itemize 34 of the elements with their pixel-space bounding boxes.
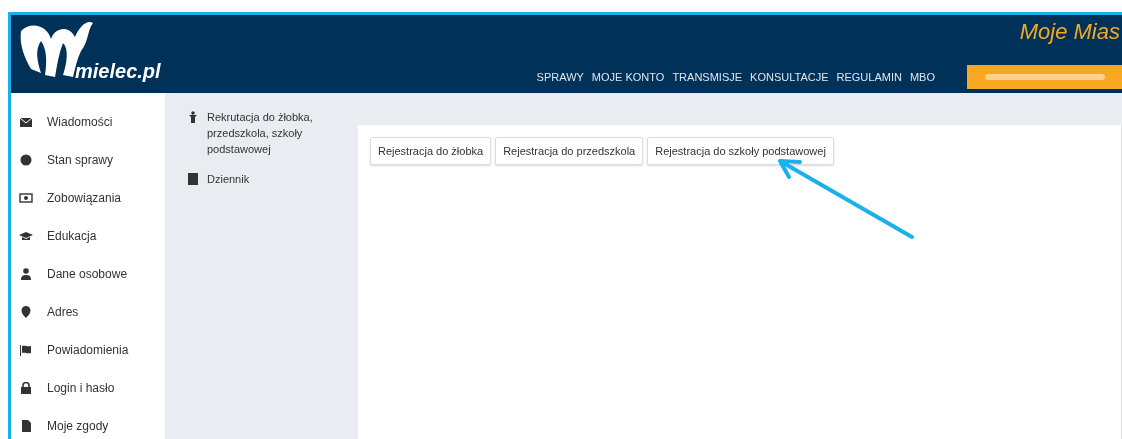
sidebar-item[interactable]: Stan sprawy bbox=[47, 153, 114, 167]
nav-link[interactable]: KONSULTACJE bbox=[750, 71, 829, 83]
graduation-cap-icon bbox=[19, 230, 33, 242]
book-icon bbox=[187, 173, 199, 185]
registration-tab[interactable]: Rejestracja do żłobka bbox=[370, 137, 492, 165]
location-icon bbox=[19, 306, 33, 318]
sidebar-item[interactable]: Adres bbox=[47, 305, 79, 319]
mail-icon bbox=[19, 116, 33, 128]
sidebar-item[interactable]: Dane osobowe bbox=[47, 267, 128, 281]
child-icon bbox=[187, 111, 199, 123]
submenu-item[interactable]: Dziennik bbox=[207, 171, 250, 187]
registration-tab[interactable]: Rejestracja do przedszkola bbox=[495, 137, 644, 165]
registration-tab[interactable]: Rejestracja do szkoły podstawowej bbox=[647, 137, 834, 165]
lock-icon bbox=[19, 382, 33, 394]
nav-link[interactable]: MOJE KONTO bbox=[591, 71, 665, 83]
flag-icon bbox=[19, 344, 33, 356]
user-button[interactable] bbox=[967, 65, 1122, 89]
user-icon bbox=[19, 268, 33, 280]
sidebar-item[interactable]: Edukacja bbox=[47, 229, 97, 243]
sidebar-item[interactable]: Wiadomości bbox=[47, 115, 113, 129]
nav-link[interactable]: SPRAWY bbox=[536, 71, 584, 83]
info-icon bbox=[19, 154, 33, 166]
sidebar-item[interactable]: Moje zgody bbox=[47, 419, 109, 433]
site-title: Moje Mias bbox=[1019, 19, 1120, 45]
logo-text: mielec.pl bbox=[75, 60, 161, 83]
nav-link[interactable]: MBO bbox=[909, 71, 935, 83]
nav-link[interactable]: TRANSMISJE bbox=[672, 71, 743, 83]
submenu-item[interactable]: Rekrutacja do żłobka, przedszkola, szkoły podstawowej bbox=[207, 109, 319, 157]
sidebar-item[interactable]: Login i hasło bbox=[47, 381, 115, 395]
sidebar-item[interactable]: Powiadomienia bbox=[47, 343, 129, 357]
file-icon bbox=[19, 420, 33, 432]
banknote-icon bbox=[19, 192, 33, 204]
nav-link[interactable]: REGULAMIN bbox=[836, 71, 902, 83]
sidebar-item[interactable]: Zobowiązania bbox=[47, 191, 122, 205]
